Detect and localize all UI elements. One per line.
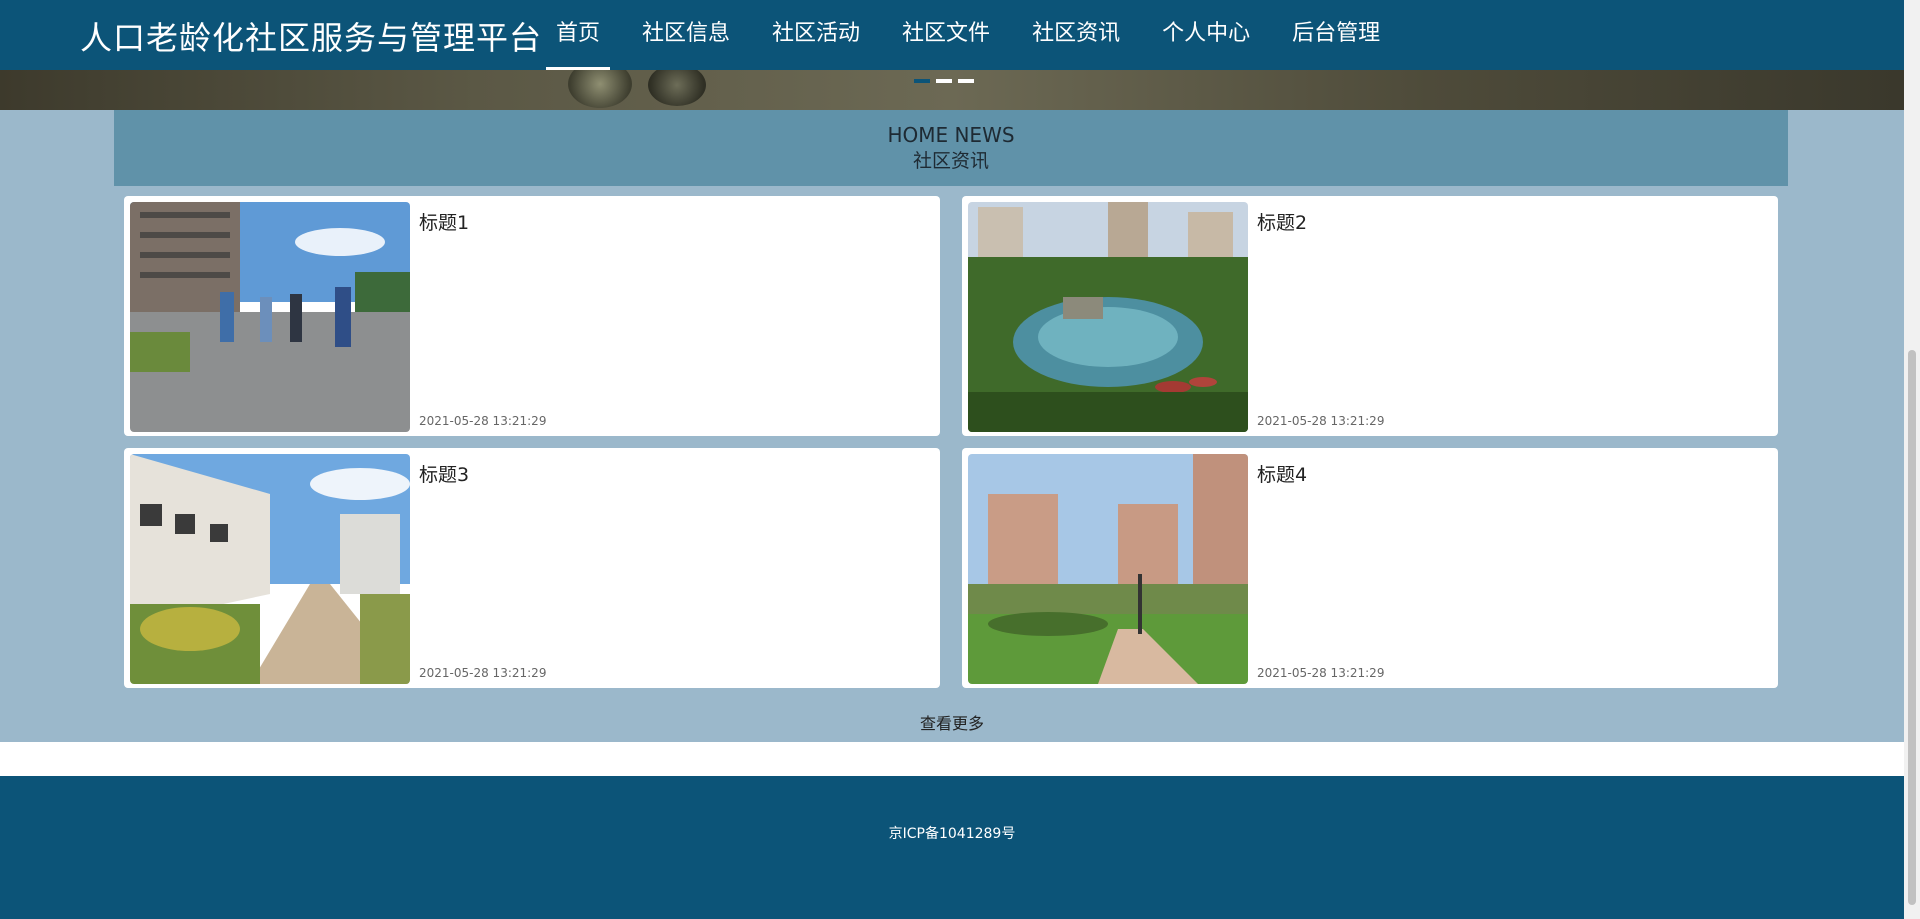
carousel-dot-2[interactable] [936, 79, 952, 83]
news-thumbnail[interactable] [130, 202, 410, 432]
news-title[interactable]: 标题3 [419, 460, 469, 487]
news-thumbnail[interactable] [968, 454, 1248, 684]
news-title[interactable]: 标题2 [1257, 208, 1307, 235]
main-nav: 首页 社区信息 社区活动 社区文件 社区资讯 个人中心 后台管理 [545, 0, 1422, 70]
news-date: 2021-05-28 13:21:29 [1257, 666, 1385, 680]
news-date: 2021-05-28 13:21:29 [419, 666, 547, 680]
news-card[interactable]: 标题4 2021-05-28 13:21:29 [962, 448, 1778, 688]
nav-personal-center[interactable]: 个人中心 [1162, 0, 1250, 70]
carousel-indicators [914, 79, 974, 83]
carousel-dot-1[interactable] [914, 79, 930, 83]
footer: 京ICP备1041289号 [0, 776, 1904, 919]
view-more-link[interactable]: 查看更多 [0, 710, 1904, 734]
nav-admin[interactable]: 后台管理 [1292, 0, 1380, 70]
nav-community-news[interactable]: 社区资讯 [1032, 0, 1120, 70]
site-title[interactable]: 人口老龄化社区服务与管理平台 [80, 13, 542, 59]
news-thumbnail[interactable] [968, 202, 1248, 432]
news-section-header: HOME NEWS 社区资讯 [114, 110, 1788, 186]
news-date: 2021-05-28 13:21:29 [1257, 414, 1385, 428]
banner-carousel[interactable] [0, 70, 1904, 110]
section-title-en: HOME NEWS [887, 123, 1015, 147]
news-thumbnail[interactable] [130, 454, 410, 684]
news-card[interactable]: 标题2 2021-05-28 13:21:29 [962, 196, 1778, 436]
scrollbar-thumb[interactable] [1908, 350, 1916, 905]
news-date: 2021-05-28 13:21:29 [419, 414, 547, 428]
news-card[interactable]: 标题3 2021-05-28 13:21:29 [124, 448, 940, 688]
nav-community-info[interactable]: 社区信息 [642, 0, 730, 70]
news-title[interactable]: 标题4 [1257, 460, 1307, 487]
icp-record[interactable]: 京ICP备1041289号 [0, 823, 1904, 843]
nav-home[interactable]: 首页 [545, 0, 611, 70]
carousel-dot-3[interactable] [958, 79, 974, 83]
page-scrollbar[interactable] [1904, 0, 1920, 919]
top-navbar: 人口老龄化社区服务与管理平台 首页 社区信息 社区活动 社区文件 社区资讯 个人… [0, 0, 1904, 70]
news-card[interactable]: 标题1 2021-05-28 13:21:29 [124, 196, 940, 436]
nav-community-files[interactable]: 社区文件 [902, 0, 990, 70]
nav-community-activities[interactable]: 社区活动 [772, 0, 860, 70]
section-title-cn: 社区资讯 [912, 150, 989, 172]
banner-image-detail [568, 70, 632, 108]
banner-image-detail [648, 70, 706, 106]
page-divider [0, 742, 1904, 776]
news-title[interactable]: 标题1 [419, 208, 469, 235]
